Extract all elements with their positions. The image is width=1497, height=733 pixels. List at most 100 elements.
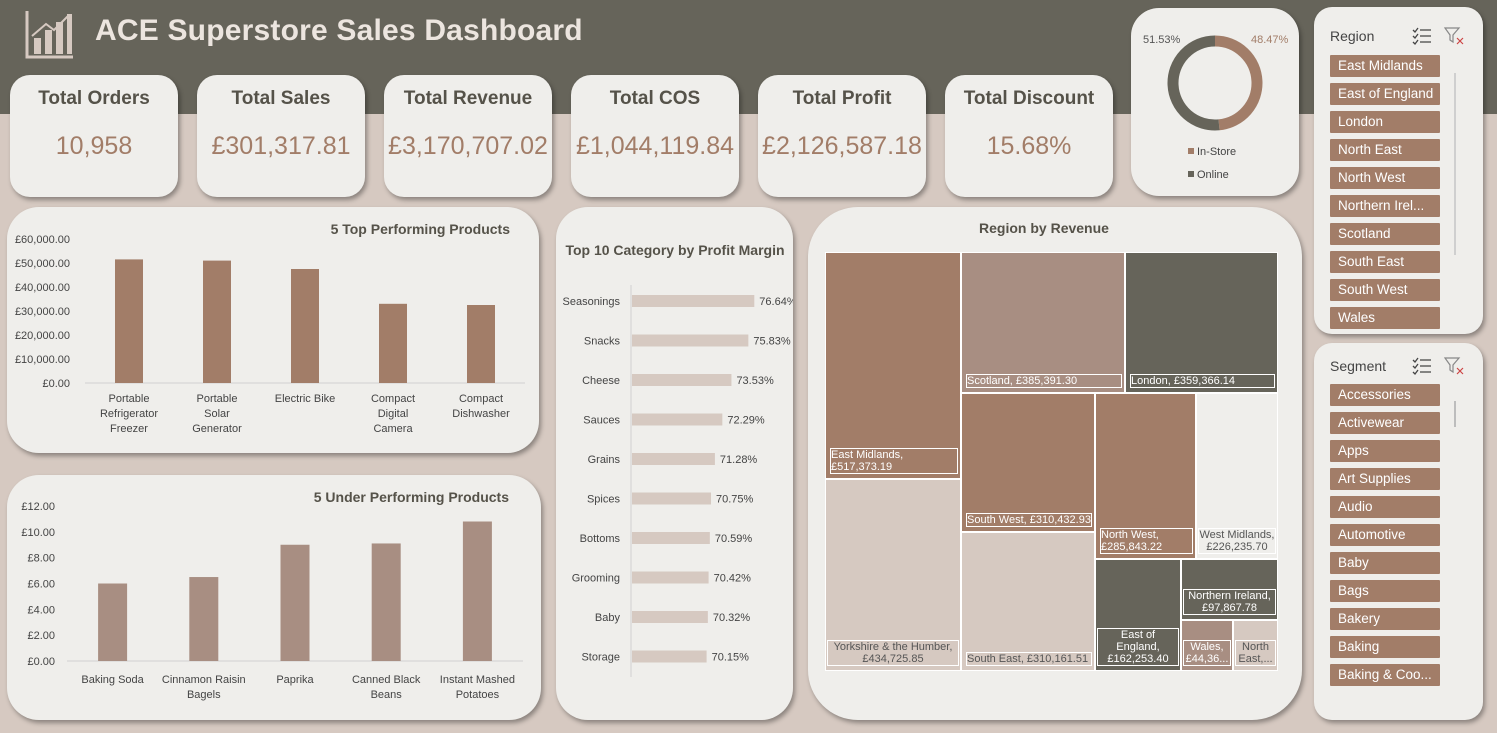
under-products-panel: 5 Under Performing Products £0.00 £2.00 £4.… [7, 475, 541, 720]
slicer-item-south-west[interactable]: South West [1330, 279, 1440, 301]
slicer-item-baby[interactable]: Baby [1330, 552, 1440, 574]
top-products-chart: 5 Top Performing Products £0.00 £10,000.00… [15, 221, 525, 435]
y-tick-label: £12.00 [21, 501, 55, 513]
bar-chart-icon [25, 11, 73, 59]
clear-filter-icon[interactable] [1444, 27, 1464, 45]
treemap-tile[interactable] [961, 532, 1095, 671]
region-slicer: Region East Midlands East of England Londo… [1314, 7, 1483, 334]
slicer-item-bakery[interactable]: Bakery [1330, 608, 1440, 630]
bar[interactable] [632, 295, 755, 307]
bar[interactable] [467, 305, 495, 383]
slicer-item-apps[interactable]: Apps [1330, 440, 1440, 462]
bar[interactable] [632, 413, 723, 426]
slicer-item-east-of-england[interactable]: East of England [1330, 83, 1440, 105]
y-tick-label: Baby [595, 612, 621, 624]
bar[interactable] [98, 583, 128, 662]
kpi-card-total-cos: Total COS £1,044,119.84 [571, 75, 739, 197]
slicer-item-art-supplies[interactable]: Art Supplies [1330, 468, 1440, 490]
bar[interactable] [632, 492, 712, 505]
slicer-item-south-east[interactable]: South East [1330, 251, 1440, 273]
data-label: 70.15% [712, 652, 750, 664]
region-slicer-title: Region [1330, 28, 1375, 44]
segment-slicer-scrollbar[interactable] [1454, 401, 1456, 427]
donut-slice-online[interactable] [1167, 35, 1220, 131]
bar[interactable] [632, 453, 715, 465]
segment-slicer: Segment Accessories Activewear Apps Art Sup… [1314, 343, 1483, 720]
x-tick-label: Baking Soda [81, 674, 144, 686]
category-margin-panel: Top 10 Category by Profit Margin Seasonin… [556, 207, 797, 720]
slicer-item-activewear[interactable]: Activewear [1330, 412, 1440, 434]
kpi-label: Total Orders [38, 88, 150, 109]
kpi-card-total-discount: Total Discount 15.68% [945, 75, 1113, 197]
top-products-panel: 5 Top Performing Products £0.00 £10,000.00… [7, 207, 539, 453]
kpi-value: £1,044,119.84 [575, 132, 735, 160]
region-slicer-scrollbar[interactable] [1454, 73, 1456, 255]
x-tick-label: Instant Mashed Potatoes [440, 674, 515, 701]
slicer-item-north-west[interactable]: North West [1330, 167, 1440, 189]
slicer-item-scotland[interactable]: Scotland [1330, 223, 1440, 245]
slicer-item-london[interactable]: London [1330, 111, 1440, 133]
y-tick-label: Snacks [584, 336, 621, 348]
y-tick-label: £0.00 [27, 656, 55, 668]
x-tick-label: Compact Digital Camera [371, 393, 415, 435]
bar[interactable] [632, 611, 708, 623]
bar[interactable] [371, 543, 401, 661]
bar[interactable] [291, 269, 319, 383]
donut-label-online: 51.53% [1143, 34, 1181, 46]
x-tick-label: Portable Solar Generator [192, 393, 242, 435]
y-tick-label: £0.00 [42, 378, 70, 390]
slicer-item-automotive[interactable]: Automotive [1330, 524, 1440, 546]
treemap-tile[interactable] [1125, 252, 1278, 393]
bar[interactable] [632, 374, 732, 386]
bar[interactable] [189, 577, 219, 661]
treemap-tile-label: London, £359,366.14 [1130, 374, 1275, 388]
kpi-card-total-orders: Total Orders 10,958 [10, 75, 178, 197]
bar[interactable] [632, 571, 709, 584]
y-tick-label: £6.00 [27, 579, 55, 591]
slicer-item-east-midlands[interactable]: East Midlands [1330, 55, 1440, 77]
slicer-item-northern-irel[interactable]: Northern Irel... [1330, 195, 1440, 217]
bar[interactable] [379, 303, 407, 383]
legend-label-online: Online [1197, 169, 1229, 181]
clear-filter-icon[interactable] [1444, 357, 1464, 375]
donut-slice-in-store[interactable] [1214, 35, 1263, 131]
multi-select-icon[interactable] [1412, 27, 1432, 45]
slicer-item-wales[interactable]: Wales [1330, 307, 1440, 329]
slicer-item-baking-coo[interactable]: Baking & Coo... [1330, 664, 1440, 686]
slicer-item-audio[interactable]: Audio [1330, 496, 1440, 518]
data-label: 71.28% [720, 454, 758, 466]
y-tick-label: £8.00 [27, 553, 55, 565]
slicer-item-north-east[interactable]: North East [1330, 139, 1440, 161]
slicer-item-accessories[interactable]: Accessories [1330, 384, 1440, 406]
treemap-tile-label: North East,... [1235, 640, 1276, 666]
data-label: 72.29% [727, 415, 765, 427]
treemap-tile[interactable] [825, 252, 961, 479]
multi-select-icon[interactable] [1412, 357, 1432, 375]
bar[interactable] [462, 521, 492, 662]
kpi-label: Total COS [609, 88, 701, 109]
y-tick-label: £10.00 [21, 527, 55, 539]
kpi-value: £301,317.81 [211, 132, 351, 160]
y-tick-label: £50,000.00 [15, 258, 70, 270]
treemap-tile[interactable] [961, 252, 1125, 393]
region-treemap: East Midlands, £517,373.19 Yorkshire & th… [825, 252, 1278, 671]
data-label: 73.53% [736, 375, 774, 387]
slicer-item-bags[interactable]: Bags [1330, 580, 1440, 602]
bar[interactable] [632, 532, 710, 544]
chart-title: Top 10 Category by Profit Margin [565, 242, 784, 258]
data-label: 70.32% [713, 612, 751, 624]
dashboard-title: ACE Superstore Sales Dashboard [95, 14, 583, 47]
segment-slicer-title: Segment [1330, 358, 1387, 374]
y-tick-label: £4.00 [27, 604, 55, 616]
treemap-tile[interactable] [961, 393, 1095, 532]
chart-title: 5 Top Performing Products [331, 221, 511, 237]
kpi-label: Total Sales [231, 88, 331, 109]
bar[interactable] [632, 650, 707, 663]
bar[interactable] [632, 334, 749, 347]
chart-title: 5 Under Performing Products [314, 489, 509, 505]
bar[interactable] [280, 544, 310, 661]
bar[interactable] [115, 259, 143, 383]
slicer-item-baking[interactable]: Baking [1330, 636, 1440, 658]
kpi-value: £3,170,707.02 [388, 132, 548, 160]
bar[interactable] [203, 260, 231, 383]
